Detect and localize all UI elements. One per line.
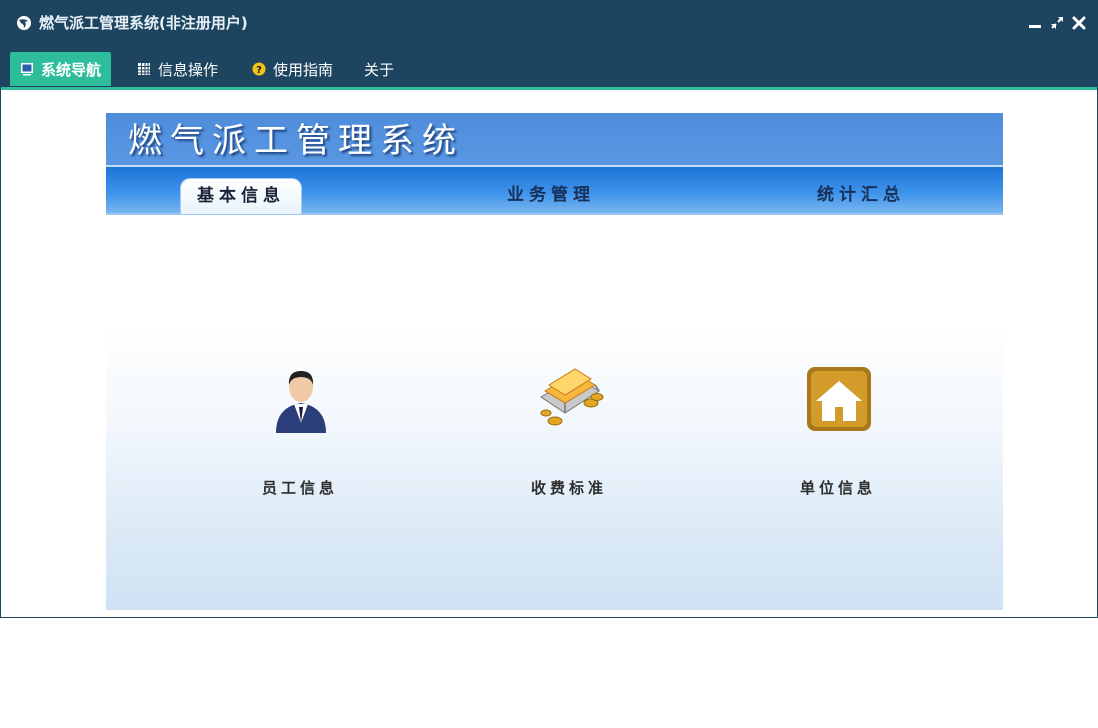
window-controls bbox=[1027, 15, 1087, 31]
grid-icon bbox=[138, 63, 150, 75]
content-area: 燃气派工管理系统 基本信息 业务管理 统计汇总 员工信息 收费标准 单位信息 bbox=[2, 90, 1096, 615]
banner-title: 燃气派工管理系统 bbox=[128, 121, 464, 161]
app-logo-icon bbox=[17, 16, 31, 30]
employee-icon bbox=[276, 371, 326, 433]
minimize-icon[interactable] bbox=[1027, 15, 1043, 31]
svg-text:?: ? bbox=[256, 65, 262, 76]
title-bar[interactable]: 燃气派工管理系统(非注册用户) bbox=[1, 1, 1097, 45]
tile-label: 收费标准 bbox=[530, 479, 607, 497]
tile-charging-standard[interactable]: 收费标准 bbox=[499, 353, 639, 503]
tab-business-mgmt[interactable]: 业务管理 bbox=[491, 178, 611, 213]
menu-about[interactable]: 关于 bbox=[354, 52, 404, 86]
tile-unit-info[interactable]: 单位信息 bbox=[768, 353, 908, 503]
tile-label: 单位信息 bbox=[799, 479, 876, 497]
tile-label: 员工信息 bbox=[261, 479, 338, 497]
tile-employee-info[interactable]: 员工信息 bbox=[230, 353, 370, 503]
monitor-icon bbox=[21, 63, 33, 76]
menu-guide[interactable]: ? 使用指南 bbox=[242, 52, 343, 86]
menu-label: 使用指南 bbox=[273, 60, 334, 79]
tab-label: 业务管理 bbox=[507, 185, 595, 205]
nav-panel: 燃气派工管理系统 基本信息 业务管理 统计汇总 员工信息 收费标准 单位信息 bbox=[106, 113, 1003, 610]
close-icon[interactable] bbox=[1071, 15, 1087, 31]
app-window: 燃气派工管理系统(非注册用户) 系统导航 信息操作 ? 使用指南 关于 燃气派工… bbox=[0, 0, 1098, 618]
module-tab-bar: 基本信息 业务管理 统计汇总 bbox=[106, 167, 1003, 215]
tab-label: 基本信息 bbox=[197, 186, 285, 206]
menu-info-ops[interactable]: 信息操作 bbox=[127, 52, 228, 86]
tab-basic-info[interactable]: 基本信息 bbox=[180, 178, 302, 214]
menu-bar: 系统导航 信息操作 ? 使用指南 关于 bbox=[1, 45, 1097, 90]
menu-label: 信息操作 bbox=[158, 60, 219, 79]
menu-label: 关于 bbox=[364, 60, 395, 79]
menu-label: 系统导航 bbox=[41, 60, 102, 79]
tab-statistics[interactable]: 统计汇总 bbox=[801, 178, 921, 213]
system-banner: 燃气派工管理系统 bbox=[106, 113, 1003, 167]
tab-label: 统计汇总 bbox=[817, 185, 905, 205]
money-icon bbox=[540, 368, 604, 426]
menu-system-nav[interactable]: 系统导航 bbox=[10, 52, 112, 86]
help-icon: ? bbox=[252, 62, 266, 76]
window-title: 燃气派工管理系统(非注册用户) bbox=[39, 14, 248, 32]
home-icon bbox=[807, 367, 871, 431]
restore-icon[interactable] bbox=[1049, 15, 1065, 31]
